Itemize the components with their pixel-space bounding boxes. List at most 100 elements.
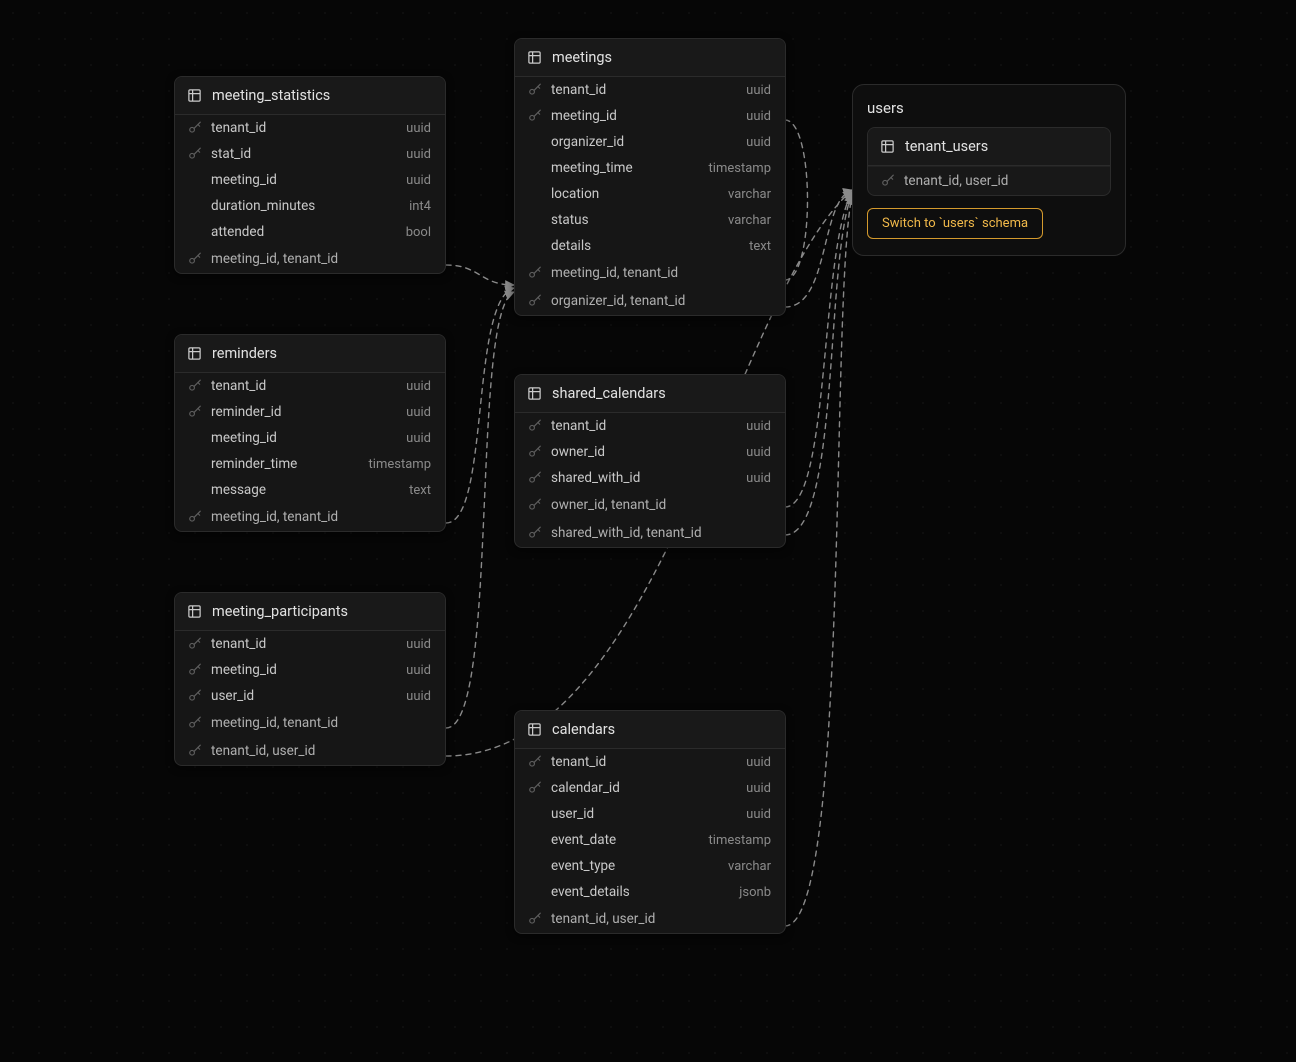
column-row: organizer_iduuid (515, 129, 785, 155)
column-type: uuid (406, 173, 431, 188)
switch-schema-button[interactable]: Switch to `users` schema (867, 208, 1043, 239)
table-icon (527, 386, 542, 401)
column-name: message (211, 482, 401, 498)
table-icon (880, 139, 895, 154)
column-row: locationvarchar (515, 181, 785, 207)
column-type: uuid (746, 109, 771, 124)
table-meetings[interactable]: meetings tenant_iduuidmeeting_iduuidorga… (514, 38, 786, 316)
column-row: tenant_iduuid (175, 631, 445, 657)
table-shared-calendars[interactable]: shared_calendars tenant_iduuidowner_iduu… (514, 374, 786, 548)
column-name: reminder_id (211, 404, 398, 420)
link-icon (880, 174, 896, 188)
column-row: shared_with_iduuid (515, 465, 785, 491)
key-icon (187, 689, 203, 703)
column-name: tenant_id (211, 636, 398, 652)
column-row: owner_iduuid (515, 439, 785, 465)
key-icon (527, 445, 543, 459)
column-type: uuid (746, 781, 771, 796)
column-name: tenant_id (551, 754, 738, 770)
column-name: tenant_id (551, 82, 738, 98)
column-name: calendar_id (551, 780, 738, 796)
table-header: meetings (515, 39, 785, 77)
table-icon (187, 88, 202, 103)
column-type: uuid (406, 405, 431, 420)
table-tenant-users[interactable]: tenant_users tenant_id, user_id (867, 127, 1111, 196)
table-title: tenant_users (905, 138, 988, 155)
foreign-key-row: owner_id, tenant_id (515, 491, 785, 519)
key-icon (527, 83, 543, 97)
foreign-key-row: meeting_id, tenant_id (175, 709, 445, 737)
fk-columns: tenant_id, user_id (904, 173, 1096, 189)
fk-columns: tenant_id, user_id (211, 743, 431, 759)
column-row: tenant_id uuid (515, 77, 785, 103)
column-name: event_date (551, 832, 701, 848)
column-name: shared_with_id (551, 470, 738, 486)
key-icon (187, 147, 203, 161)
key-icon (527, 471, 543, 485)
column-row: reminder_id uuid (175, 399, 445, 425)
foreign-key-row: meeting_id, tenant_id (515, 259, 785, 287)
key-icon (187, 121, 203, 135)
column-type: uuid (746, 445, 771, 460)
column-name: user_id (551, 806, 738, 822)
table-body: tenant_iduuidmeeting_iduuiduser_iduuidme… (175, 631, 445, 765)
table-meeting-participants[interactable]: meeting_participants tenant_iduuidmeetin… (174, 592, 446, 766)
column-row: reminder_timetimestamp (175, 451, 445, 477)
column-type: timestamp (709, 833, 771, 848)
table-reminders[interactable]: reminders tenant_iduuidreminder_iduuidme… (174, 334, 446, 532)
table-header: meeting_statistics (175, 77, 445, 115)
table-title: calendars (552, 721, 615, 738)
table-title: meetings (552, 49, 612, 66)
foreign-key-row: tenant_id, user_id (515, 905, 785, 933)
fk-columns: tenant_id, user_id (551, 911, 771, 927)
column-name: organizer_id (551, 134, 738, 150)
fk-columns: meeting_id, tenant_id (211, 715, 431, 731)
link-icon (527, 498, 543, 512)
column-type: uuid (746, 419, 771, 434)
key-icon (527, 419, 543, 433)
link-icon (187, 252, 203, 266)
column-row: tenant_id uuid (515, 413, 785, 439)
column-name: duration_minutes (211, 198, 401, 214)
column-type: uuid (406, 663, 431, 678)
column-name: reminder_time (211, 456, 361, 472)
column-type: uuid (406, 147, 431, 162)
column-row: user_iduuid (175, 683, 445, 709)
column-type: varchar (728, 859, 771, 874)
column-row: event_date timestamp (515, 827, 785, 853)
column-type: uuid (406, 379, 431, 394)
table-body: tenant_iduuidmeeting_iduuidorganizer_idu… (515, 77, 785, 315)
column-name: attended (211, 224, 398, 240)
schema-box-users[interactable]: users tenant_users tenant_id, user_id Sw… (852, 84, 1126, 256)
column-type: uuid (746, 83, 771, 98)
column-row: event_typevarchar (515, 853, 785, 879)
column-name: tenant_id (211, 120, 398, 136)
table-title: shared_calendars (552, 385, 666, 402)
column-row: meeting_iduuid (515, 103, 785, 129)
link-icon (527, 912, 543, 926)
column-row: meeting_timetimestamp (515, 155, 785, 181)
table-body: tenant_iduuidcalendar_iduuiduser_iduuide… (515, 749, 785, 933)
link-icon (187, 510, 203, 524)
table-meeting-statistics[interactable]: meeting_statistics tenant_iduuidstat_idu… (174, 76, 446, 274)
column-name: location (551, 186, 720, 202)
key-icon (527, 755, 543, 769)
table-body: tenant_iduuidowner_iduuidshared_with_idu… (515, 413, 785, 547)
column-row: duration_minutesint4 (175, 193, 445, 219)
column-name: tenant_id (551, 418, 738, 434)
table-header: meeting_participants (175, 593, 445, 631)
column-type: uuid (406, 431, 431, 446)
column-row: attendedbool (175, 219, 445, 245)
column-type: text (409, 483, 431, 498)
column-type: timestamp (709, 161, 771, 176)
key-icon (187, 405, 203, 419)
table-header: calendars (515, 711, 785, 749)
link-icon (527, 294, 543, 308)
key-icon (187, 663, 203, 677)
column-type: text (749, 239, 771, 254)
table-icon (187, 604, 202, 619)
table-calendars[interactable]: calendars tenant_iduuidcalendar_iduuidus… (514, 710, 786, 934)
column-name: meeting_id (211, 430, 398, 446)
table-title: reminders (212, 345, 277, 362)
column-name: details (551, 238, 741, 254)
